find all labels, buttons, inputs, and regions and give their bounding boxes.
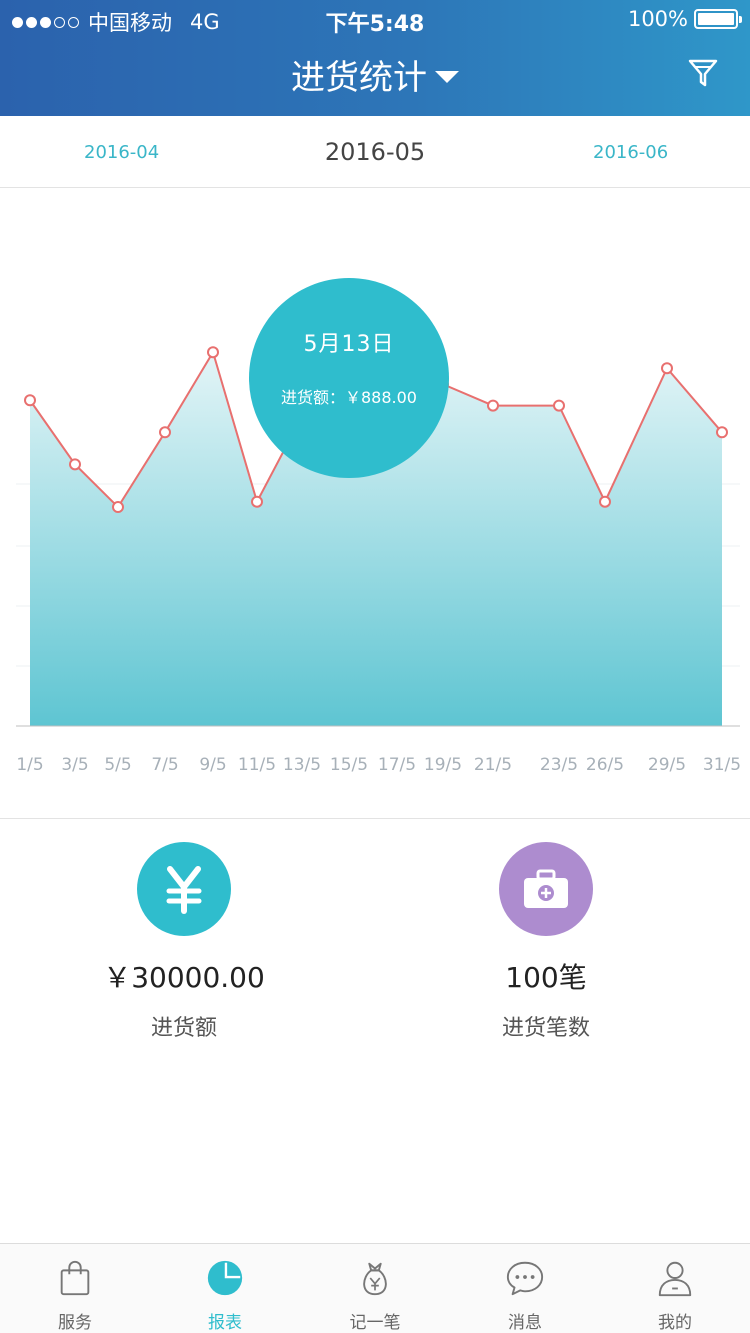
tab-bar: 服务 报表 记一笔 消息 我的 xyxy=(0,1243,750,1333)
toolbox-icon xyxy=(499,842,593,936)
data-point[interactable] xyxy=(599,495,611,508)
x-tick-label: 23/5 xyxy=(540,755,578,775)
amount-summary: ￥30000.00 进货额 xyxy=(34,842,334,1042)
filter-icon xyxy=(688,59,718,87)
page-title-dropdown[interactable]: 进货统计 xyxy=(0,50,750,99)
yen-glyph xyxy=(166,866,202,914)
header: 中国移动 4G 下午5:48 100% 进货统计 xyxy=(0,0,750,116)
data-point[interactable] xyxy=(553,399,565,412)
amount-label: 进货额 xyxy=(150,1016,217,1041)
x-tick-label: 26/5 xyxy=(586,755,624,775)
count-label: 进货笔数 xyxy=(501,1016,590,1041)
count-value: 100笔 xyxy=(505,961,587,994)
user-icon xyxy=(658,1261,692,1297)
data-point[interactable] xyxy=(69,458,81,471)
next-month-button[interactable]: 2016-06 xyxy=(593,142,668,163)
x-tick-label: 5/5 xyxy=(104,755,131,775)
filter-button[interactable] xyxy=(686,56,720,90)
data-point[interactable] xyxy=(24,394,36,407)
tab-label: 记一笔 xyxy=(349,1313,401,1333)
x-tick-label: 11/5 xyxy=(238,755,276,775)
tab-label: 报表 xyxy=(208,1313,242,1333)
data-point[interactable] xyxy=(251,495,263,508)
money-bag-icon xyxy=(363,1262,387,1296)
status-right: 100% xyxy=(627,7,742,31)
x-tick-label: 29/5 xyxy=(648,755,686,775)
tooltip-date: 5月13日 xyxy=(303,332,395,357)
x-tick-label: 31/5 xyxy=(703,755,741,775)
battery-percent: 100% xyxy=(627,7,688,31)
tab-label: 消息 xyxy=(508,1313,542,1333)
page-title: 进货统计 xyxy=(291,58,427,98)
amount-value: ￥30000.00 xyxy=(103,961,265,994)
tooltip-value: 进货额：￥888.00 xyxy=(281,388,417,407)
chevron-down-icon xyxy=(435,70,459,83)
x-tick-label: 9/5 xyxy=(199,755,226,775)
tab-profile[interactable]: 我的 xyxy=(600,1244,750,1333)
purchase-chart: 1/5 3/5 5/5 7/5 9/5 11/5 13/5 15/5 17/5 19/5 21/5 2… xyxy=(0,188,750,818)
x-tick-label: 21/5 xyxy=(474,755,512,775)
toolbox-glyph xyxy=(524,869,568,908)
battery-fill xyxy=(698,13,734,25)
tab-label: 我的 xyxy=(658,1313,692,1333)
data-point[interactable] xyxy=(716,426,728,439)
x-tick-label: 13/5 xyxy=(283,755,321,775)
data-point[interactable] xyxy=(112,501,124,514)
data-point[interactable] xyxy=(159,426,171,439)
tab-label: 服务 xyxy=(58,1313,92,1333)
tab-report[interactable]: 报表 xyxy=(150,1244,300,1333)
x-tick-label: 1/5 xyxy=(16,755,43,775)
x-tick-label: 19/5 xyxy=(424,755,462,775)
data-point[interactable] xyxy=(661,362,673,375)
tooltip-bubble: 5月13日 进货额：￥888.00 xyxy=(249,278,449,478)
yen-icon xyxy=(137,842,231,936)
x-tick-label: 3/5 xyxy=(61,755,88,775)
data-point[interactable] xyxy=(207,346,219,359)
x-tick-label: 15/5 xyxy=(330,755,368,775)
pie-chart-icon xyxy=(207,1260,243,1296)
section-divider xyxy=(0,818,750,819)
x-tick-label: 7/5 xyxy=(151,755,178,775)
battery-cap xyxy=(739,16,742,23)
tab-messages[interactable]: 消息 xyxy=(450,1244,600,1333)
status-bar: 中国移动 4G 下午5:48 100% xyxy=(0,0,750,38)
shopping-bag-icon xyxy=(60,1260,90,1296)
data-point[interactable] xyxy=(487,399,499,412)
tab-record[interactable]: 记一笔 xyxy=(300,1244,450,1333)
x-tick-label: 17/5 xyxy=(378,755,416,775)
month-switcher: 2016-04 2016-05 2016-06 xyxy=(0,116,750,188)
tab-service[interactable]: 服务 xyxy=(0,1244,150,1333)
chat-bubble-icon xyxy=(506,1261,544,1296)
count-summary: 100笔 进货笔数 xyxy=(396,842,696,1042)
battery-icon xyxy=(694,9,742,29)
